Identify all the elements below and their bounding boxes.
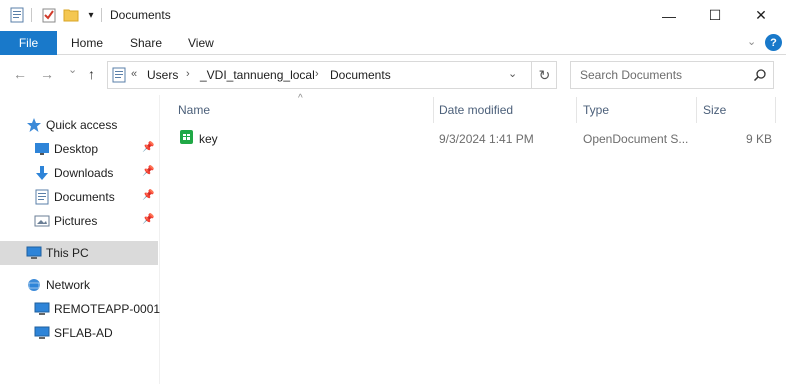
pin-icon[interactable]: 📌 [142,214,154,225]
forward-button[interactable]: → [40,66,54,82]
breadcrumb-documents[interactable]: Documents [330,68,391,82]
file-date-modified: 9/3/2024 1:41 PM [439,132,534,146]
computer-icon [34,301,50,317]
breadcrumb-overflow[interactable]: « [131,68,137,80]
sidebar-item-label: REMOTEAPP-0001 [54,302,161,316]
pin-icon[interactable]: 📌 [142,190,154,201]
documents-folder-icon [112,67,126,86]
document-icon [34,189,50,205]
sidebar-item-remoteapp-0001[interactable]: REMOTEAPP-0001 [0,297,161,321]
search-placeholder: Search Documents [580,68,683,82]
star-icon [26,117,42,133]
pin-icon[interactable]: 📌 [142,142,154,153]
sidebar-item-quick-access[interactable]: Quick access [0,113,158,137]
search-icon[interactable] [753,68,767,85]
sidebar-item-desktop[interactable]: Desktop 📌 [0,137,158,161]
column-divider[interactable] [576,97,577,123]
column-divider[interactable] [696,97,697,123]
help-button[interactable]: ? [765,34,782,51]
minimize-button[interactable]: — [646,0,692,31]
sidebar-item-label: Network [46,278,91,292]
address-bar[interactable]: « Users › _VDI_tannueng_local › Document… [107,61,557,89]
pin-icon[interactable]: 📌 [142,166,154,177]
download-arrow-icon [34,165,50,181]
maximize-button[interactable]: ☐ [692,0,738,31]
network-icon [26,277,42,293]
breadcrumb-separator[interactable]: › [315,68,319,80]
sidebar-item-label: This PC [46,246,89,260]
column-divider[interactable] [775,97,776,123]
customize-toolbar-icon[interactable]: ▾ [82,6,100,24]
column-header-type[interactable]: Type [583,103,609,117]
column-divider[interactable] [433,97,434,123]
sidebar-item-network[interactable]: Network [0,273,158,297]
sidebar-item-label: Downloads [54,166,114,180]
breadcrumb-separator[interactable]: › [186,68,190,80]
ribbon-tabs: File Home Share View ⌄ ? [0,31,786,55]
tab-home[interactable]: Home [71,36,103,50]
title-bar: ▾ Documents — ☐ ✕ [0,0,786,31]
checklist-icon[interactable] [40,6,58,24]
computer-icon [34,325,50,341]
file-size: 9 KB [746,132,773,146]
sidebar-item-label: Desktop [54,142,99,156]
sidebar-item-sflab-ad[interactable]: SFLAB-AD [0,321,158,345]
navigation-bar: ← → ⌄ ↑ « Users › _VDI_tannueng_local › … [0,55,786,95]
expand-ribbon-icon[interactable]: ⌄ [747,35,756,48]
pictures-icon [34,213,50,229]
search-input[interactable]: Search Documents [570,61,774,89]
title-separator [101,8,102,22]
table-row[interactable]: key 9/3/2024 1:41 PM OpenDocument S... 9… [174,127,776,149]
file-name[interactable]: key [199,132,218,146]
sidebar-item-label: Pictures [54,214,98,228]
breadcrumb-users[interactable]: Users [147,68,178,82]
tab-file[interactable]: File [0,31,57,55]
file-list: ^ Name Date modified Type Size key 9/3/2… [160,93,786,384]
sidebar-item-documents[interactable]: Documents 📌 [0,185,158,209]
column-header-name[interactable]: Name [178,103,210,117]
column-header-size[interactable]: Size [703,103,726,117]
breadcrumb-user-folder[interactable]: _VDI_tannueng_local [200,68,315,82]
sidebar-item-label: Quick access [46,118,118,132]
close-button[interactable]: ✕ [738,0,784,31]
file-type: OpenDocument S... [583,132,689,146]
sidebar-item-this-pc[interactable]: This PC [0,241,158,265]
window-title: Documents [110,8,171,22]
sidebar-item-pictures[interactable]: Pictures 📌 [0,209,158,233]
tab-share[interactable]: Share [130,36,162,50]
computer-icon [26,245,42,261]
column-header-date-modified[interactable]: Date modified [439,103,513,117]
sidebar-item-label: SFLAB-AD [54,326,113,340]
sidebar-item-downloads[interactable]: Downloads 📌 [0,161,158,185]
spreadsheet-file-icon [179,129,195,145]
up-button[interactable]: ↑ [88,66,95,82]
refresh-icon[interactable]: ↻ [531,62,557,88]
sidebar-item-label: Documents [54,190,115,204]
new-folder-icon[interactable] [62,6,80,24]
tab-view[interactable]: View [188,36,214,50]
back-button[interactable]: ← [13,66,27,82]
address-dropdown-icon[interactable]: ⌄ [508,67,517,80]
desktop-icon [34,141,50,157]
title-separator [31,8,32,22]
recent-locations-button[interactable]: ⌄ [68,63,77,76]
sort-ascending-icon: ^ [298,93,303,104]
navigation-pane: Quick access Desktop 📌 Downloads 📌 Docum… [0,95,160,384]
properties-icon[interactable] [8,6,26,24]
